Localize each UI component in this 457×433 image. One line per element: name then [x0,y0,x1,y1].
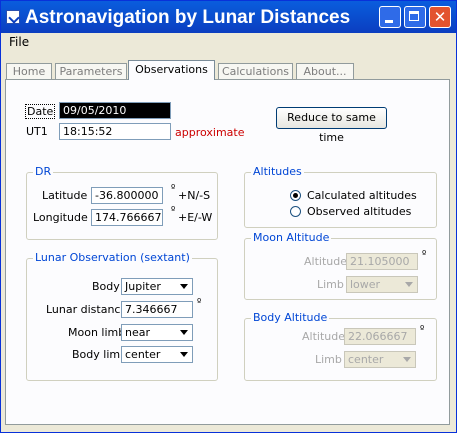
latitude-label: Latitude [42,189,88,202]
moon-limb-select[interactable]: near [121,324,193,341]
calculated-altitudes-radio[interactable] [290,190,301,201]
moon-altitude-title: Moon Altitude [251,231,332,244]
lunar-distance-field[interactable]: 7.346667 [121,301,193,318]
body-altitude-limb-select[interactable]: center [344,351,416,368]
ut1-field[interactable]: 18:15:52 [59,123,171,140]
lunar-observation-group: Lunar Observation (sextant) Body Jupiter… [26,251,218,381]
body-altitude-label: Altitude [302,330,345,343]
body-altitude-title: Body Altitude [251,311,330,324]
chevron-down-icon[interactable] [177,280,191,293]
lunar-distance-label: Lunar distance [46,303,128,316]
menu-file[interactable]: File [9,35,29,49]
lunar-distance-degree-symbol: º [197,298,202,308]
ut1-label: UT1 [26,125,48,138]
chevron-down-icon[interactable] [177,326,191,339]
tab-parameters[interactable]: Parameters [55,63,127,79]
title-bar[interactable]: Astronavigation by Lunar Distances ✕ [1,1,456,33]
body-altitude-field[interactable]: 22.066667 [344,328,416,345]
latitude-field[interactable]: -36.800000 [91,187,163,204]
close-button[interactable]: ✕ [429,6,451,28]
tab-home[interactable]: Home [6,63,52,79]
latitude-unit: +N/-S [178,189,211,202]
observed-altitudes-radio[interactable] [290,206,301,217]
longitude-unit: +E/-W [178,211,213,224]
reduce-same-time-button[interactable]: Reduce to same time [276,107,387,144]
body-limb-altitude-label: Limb [315,353,342,366]
body-limb-select[interactable]: center [121,346,193,363]
moon-altitude-label: Altitude [304,255,347,268]
body-limb-label: Body limb [72,348,128,361]
moon-altitude-limb-select[interactable]: lower [346,276,418,293]
lunar-observation-title: Lunar Observation (sextant) [33,251,192,264]
body-label: Body [92,280,120,293]
window-title: Astronavigation by Lunar Distances [25,7,351,28]
moon-altitude-limb-value: lower [350,278,381,291]
moon-limb-altitude-label: Limb [317,278,344,291]
longitude-field[interactable]: 174.766667 [91,209,163,226]
latitude-degree-symbol: º [171,184,176,194]
date-label: Date [25,104,56,119]
longitude-label: Longitude [33,211,88,224]
app-window: Astronavigation by Lunar Distances ✕ Fil… [0,0,457,433]
moon-altitude-degree-symbol: º [422,250,427,260]
menu-bar: File [2,33,455,53]
observed-altitudes-label[interactable]: Observed altitudes [307,205,411,218]
altitudes-group: Altitudes Calculated altitudes Observed … [244,165,437,228]
longitude-degree-symbol: º [171,206,176,216]
chevron-down-icon[interactable] [402,278,416,291]
body-limb-value: center [125,348,161,361]
dr-title: DR [33,165,54,178]
tab-about[interactable]: About... [296,63,354,79]
maximize-button[interactable] [404,6,426,28]
chevron-down-icon[interactable] [177,348,191,361]
body-value: Jupiter [125,280,161,293]
altitudes-title: Altitudes [251,165,304,178]
tab-observations[interactable]: Observations [128,60,215,80]
moon-limb-label: Moon limb [68,326,126,339]
tab-calculations[interactable]: Calculations [218,63,293,79]
moon-limb-value: near [125,326,151,339]
app-icon[interactable] [6,10,20,24]
tab-strip: Home Parameters Observations Calculation… [1,57,456,81]
moon-altitude-field[interactable]: 21.105000 [346,253,418,270]
date-field[interactable]: 09/05/2010 [59,102,171,119]
close-icon: ✕ [433,8,447,26]
minimize-button[interactable] [379,6,401,28]
chevron-down-icon[interactable] [400,353,414,366]
calculated-altitudes-label[interactable]: Calculated altitudes [307,189,417,202]
approximate-note: approximate [175,126,245,139]
body-select[interactable]: Jupiter [121,278,193,295]
moon-altitude-group: Moon Altitude Altitude 21.105000 º Limb … [244,231,437,300]
body-altitude-degree-symbol: º [420,325,425,335]
observations-panel: Date 09/05/2010 UT1 18:15:52 approximate… [5,79,450,425]
dr-group: DR Latitude -36.800000 º +N/-S Longitude… [26,165,218,240]
body-altitude-group: Body Altitude Altitude 22.066667 º Limb … [244,311,437,381]
body-altitude-limb-value: center [348,353,384,366]
